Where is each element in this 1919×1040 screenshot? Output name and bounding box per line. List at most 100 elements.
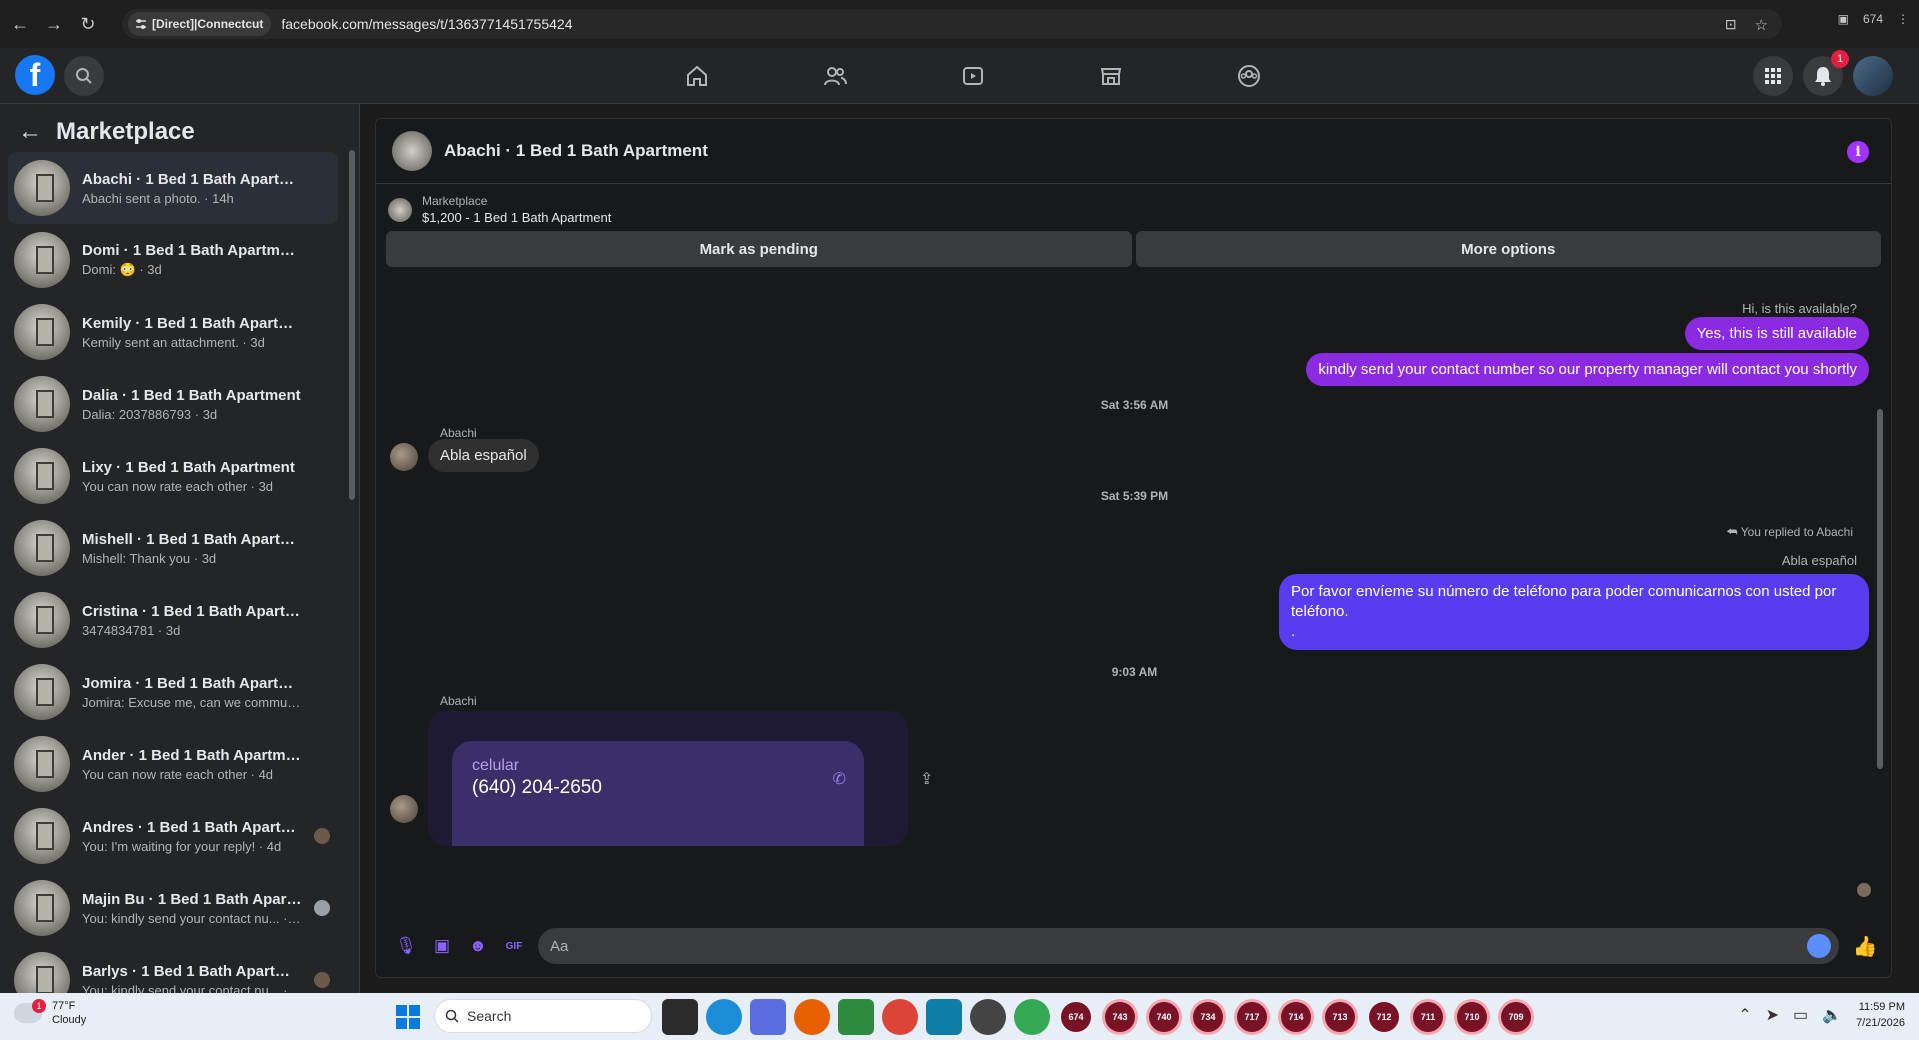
search-icon: [76, 68, 92, 84]
thumbs-up-icon[interactable]: 👍: [1847, 928, 1883, 964]
chrome-window-712[interactable]: 712: [1369, 1002, 1399, 1032]
volume-icon[interactable]: 🔈: [1822, 1005, 1842, 1025]
chevron-up-icon[interactable]: ⌃: [1738, 1005, 1751, 1025]
url-text[interactable]: facebook.com/messages/t/1363771451755424: [281, 16, 572, 32]
timestamp: Sat 5:39 PM: [1100, 489, 1169, 503]
start-button[interactable]: [396, 1005, 420, 1029]
conversation-item[interactable]: Dalia · 1 Bed 1 Bath Apartment Dalia: 203…: [8, 368, 338, 440]
sticker-icon[interactable]: ☻: [460, 928, 496, 964]
chrome-profile-icon[interactable]: [1014, 999, 1050, 1035]
tab-friends[interactable]: [766, 48, 904, 104]
outgoing-message[interactable]: kindly send your contact number so our p…: [1306, 353, 1869, 386]
conversation-item[interactable]: Andres · 1 Bed 1 Bath Apartme... You: I'm…: [8, 800, 338, 872]
chrome-window-714[interactable]: 714: [1281, 1002, 1311, 1032]
chrome-window-710[interactable]: 710: [1457, 1002, 1487, 1032]
outgoing-message[interactable]: Yes, this is still available: [1684, 317, 1869, 350]
scrollbar-thumb[interactable]: [349, 150, 355, 500]
chrome-window-740[interactable]: 740: [1149, 1002, 1179, 1032]
tab-marketplace[interactable]: [1042, 48, 1180, 104]
weather-widget[interactable]: 1 77°F Cloudy: [14, 999, 86, 1027]
conversation-item[interactable]: Mishell · 1 Bed 1 Bath Apartment Mishell:…: [8, 512, 338, 584]
firefox-icon[interactable]: [794, 999, 830, 1035]
timestamp: 9:03 AM: [1111, 665, 1158, 679]
search-button[interactable]: [64, 56, 104, 96]
chrome-window-711[interactable]: 711: [1413, 1002, 1443, 1032]
conversation-item[interactable]: Lixy · 1 Bed 1 Bath Apartment You can now…: [8, 440, 338, 512]
message-input[interactable]: Aa: [538, 928, 1839, 964]
conversation-title: Cristina · 1 Bed 1 Bath Apartment: [82, 602, 302, 620]
thread-scrollbar[interactable]: [1877, 409, 1883, 769]
conversation-preview: Abachi sent a photo. · 14h: [82, 190, 234, 206]
conversation-item[interactable]: Domi · 1 Bed 1 Bath Apartment Domi: 😳 · 3…: [8, 224, 338, 296]
listing-summary[interactable]: Marketplace $1,200 - 1 Bed 1 Bath Apartm…: [376, 184, 1891, 225]
tab-groups[interactable]: [1180, 48, 1318, 104]
photo-message[interactable]: celular (640) 204-2650 ✆: [428, 711, 908, 846]
conversation-item[interactable]: Cristina · 1 Bed 1 Bath Apartment 3474834…: [8, 584, 338, 656]
chrome-icon[interactable]: [882, 999, 918, 1035]
outgoing-message[interactable]: Por favor envíeme su número de teléfono …: [1279, 574, 1869, 650]
gif-icon[interactable]: GIF: [496, 928, 532, 964]
address-bar[interactable]: [Direct]|Connectcut facebook.com/message…: [122, 9, 1782, 39]
app-s-icon[interactable]: [926, 999, 962, 1035]
mark-pending-button[interactable]: Mark as pending: [386, 231, 1132, 267]
bookmark-star-icon[interactable]: ☆: [1755, 16, 1768, 34]
microphone-icon[interactable]: 🎙: [388, 928, 424, 964]
chrome-window-734[interactable]: 734: [1193, 1002, 1223, 1032]
forward-icon[interactable]: →: [40, 10, 68, 38]
chat-title[interactable]: Abachi · 1 Bed 1 Bath Apartment: [444, 141, 708, 161]
chrome-window-713[interactable]: 713: [1325, 1002, 1355, 1032]
emoji-icon[interactable]: [1807, 934, 1831, 958]
more-options-button[interactable]: More options: [1135, 231, 1881, 267]
tab-watch[interactable]: [904, 48, 1042, 104]
quoted-message: Abla español: [1781, 553, 1857, 568]
chrome-window-709[interactable]: 709: [1501, 1002, 1531, 1032]
menu-grid-button[interactable]: [1753, 56, 1793, 96]
chrome-window-743[interactable]: 743: [1105, 1002, 1135, 1032]
install-icon[interactable]: ⊡: [1725, 16, 1737, 34]
conversation-preview: Dalia: 2037886793 · 3d: [82, 406, 218, 422]
conversation-item[interactable]: Abachi · 1 Bed 1 Bath Apartment Abachi se…: [8, 152, 338, 224]
clock[interactable]: 11:59 PM 7/21/2026: [1856, 999, 1905, 1031]
sender-avatar[interactable]: [390, 443, 418, 471]
clock-time: 11:59 PM: [1858, 1001, 1905, 1013]
task-view-icon[interactable]: [662, 999, 698, 1035]
conversation-item[interactable]: Jomira · 1 Bed 1 Bath Apartment Jomira: E…: [8, 656, 338, 728]
app-x-icon[interactable]: [970, 999, 1006, 1035]
chrome-window-717[interactable]: 717: [1237, 1002, 1267, 1032]
edge-icon[interactable]: [706, 999, 742, 1035]
photo-icon[interactable]: ▣: [424, 928, 460, 964]
conversation-item[interactable]: Ander · 1 Bed 1 Bath Apartment You can no…: [8, 728, 338, 800]
snipping-tool-icon[interactable]: [750, 999, 786, 1035]
tab-count[interactable]: 674: [1863, 12, 1883, 26]
phone-icon: ✆: [832, 771, 846, 788]
tab-home[interactable]: [628, 48, 766, 104]
share-icon[interactable]: ⇪: [920, 769, 933, 789]
info-icon[interactable]: i: [1847, 141, 1869, 163]
profile-avatar[interactable]: [1853, 56, 1893, 96]
reload-icon[interactable]: ↻: [74, 10, 102, 38]
notes-icon[interactable]: [838, 999, 874, 1035]
chrome-window-674[interactable]: 674: [1061, 1002, 1091, 1032]
network-icon[interactable]: ▭: [1793, 1005, 1808, 1025]
conversation-title: Lixy · 1 Bed 1 Bath Apartment: [82, 458, 295, 476]
back-icon[interactable]: ←: [6, 10, 34, 38]
listing-thumbnail: [14, 880, 70, 936]
conversation-item[interactable]: Kemily · 1 Bed 1 Bath Apartment Kemily se…: [8, 296, 338, 368]
listing-avatar[interactable]: [392, 131, 432, 171]
sender-avatar[interactable]: [390, 795, 418, 823]
back-arrow-icon[interactable]: ←: [18, 118, 42, 146]
tab-search-icon[interactable]: ▣: [1838, 12, 1849, 26]
location-icon[interactable]: ➤: [1766, 1005, 1779, 1025]
notification-badge: 1: [1831, 50, 1849, 68]
message-composer: 🎙 ▣ ☻ GIF Aa 👍: [376, 915, 1891, 977]
conversation-preview: Jomira: Excuse me, can we commu... · 4d: [82, 694, 302, 710]
notifications-button[interactable]: 1: [1803, 50, 1849, 96]
incoming-message[interactable]: Abla español: [428, 439, 539, 472]
conversation-item[interactable]: Majin Bu · 1 Bed 1 Bath Apart... You: kin…: [8, 872, 338, 944]
inbox-scrollbar[interactable]: [348, 132, 356, 966]
menu-icon[interactable]: ⋮: [1897, 12, 1909, 26]
taskbar-search[interactable]: Search: [434, 999, 652, 1033]
windows-taskbar: 1 77°F Cloudy Search 674 743 740 734 717…: [0, 993, 1919, 1040]
facebook-logo-icon[interactable]: f: [15, 55, 55, 95]
site-info-chip[interactable]: [Direct]|Connectcut: [128, 12, 272, 36]
